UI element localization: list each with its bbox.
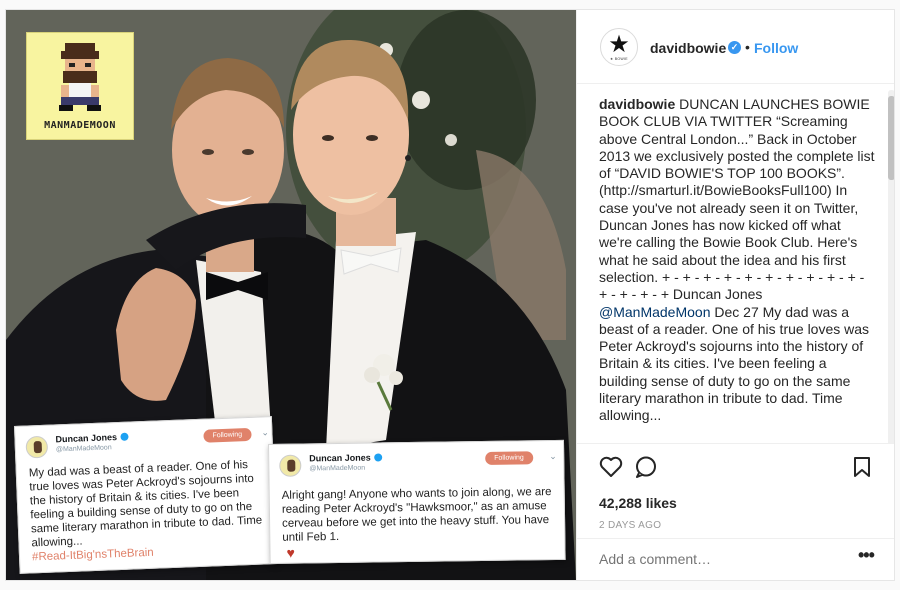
tweet-card-1: Duncan Jones @ManMadeMoon Following ⌄ My… — [14, 416, 278, 574]
chevron-down-icon: ⌄ — [261, 427, 270, 438]
post-frame: MANMADEMOON Duncan Jones @ManMadeMoon Fo… — [5, 9, 895, 581]
tweet-text: My dad was a beast of a reader. One of h… — [28, 459, 263, 564]
more-options-icon[interactable]: ••• — [858, 545, 875, 566]
post-caption: davidbowie DUNCAN LAUNCHES BOWIE BOOK CL… — [599, 96, 875, 440]
tweet-following-badge: Following — [203, 427, 252, 443]
like-heart-icon[interactable] — [599, 456, 623, 483]
tweet-hashtag: #Read-ItBig'nsTheBrain — [31, 546, 154, 564]
tweet-following-badge: Following — [485, 451, 533, 465]
verified-icon — [119, 432, 129, 441]
tweet-avatar — [25, 435, 49, 459]
pixel-avatar-icon — [59, 43, 101, 111]
tweet-handle: @ManMadeMoon — [55, 444, 112, 454]
tweet-author-name: Duncan Jones — [309, 452, 382, 463]
chevron-down-icon: ⌄ — [549, 450, 557, 462]
follow-button[interactable]: Follow — [754, 40, 798, 56]
caption-text: DUNCAN LAUNCHES BOWIE BOOK CLUB VIA TWIT… — [599, 96, 875, 303]
profile-avatar[interactable]: ★ ★ BOWIE — [600, 28, 638, 66]
caption-scrollbar[interactable] — [888, 90, 894, 452]
likes-count[interactable]: 42,288 likes — [599, 495, 677, 511]
verified-badge-icon: ✓ — [728, 41, 741, 54]
tweet-handle: @ManMadeMoon — [309, 464, 366, 473]
tweet-text: Alright gang! Anyone who wants to join a… — [281, 486, 552, 544]
logo-text: MANMADEMOON — [44, 120, 116, 131]
bookmark-icon[interactable] — [852, 456, 872, 483]
separator-dot: • — [745, 39, 750, 55]
post-actions: 42,288 likes 2 DAYS AGO ••• — [577, 443, 894, 576]
post-timestamp[interactable]: 2 DAYS AGO — [599, 520, 661, 531]
star-icon: ★ — [608, 31, 630, 58]
post-photo[interactable]: MANMADEMOON Duncan Jones @ManMadeMoon Fo… — [6, 10, 576, 580]
tweet-card-2: Duncan Jones @ManMadeMoon Following ⌄ Al… — [268, 439, 566, 564]
heart-icon: ♥ — [286, 544, 295, 561]
comment-input[interactable] — [599, 551, 819, 567]
caption-text-continued: Dec 27 My dad was a beast of a reader. O… — [599, 303, 870, 424]
caption-mention-link[interactable]: @ManMadeMoon — [599, 304, 711, 320]
scrollbar-thumb[interactable] — [888, 96, 894, 180]
tweet-avatar — [279, 454, 302, 477]
manmademoon-logo: MANMADEMOON — [26, 32, 134, 140]
tweet-author-name: Duncan Jones — [55, 432, 129, 444]
comment-bubble-icon[interactable] — [634, 456, 658, 483]
profile-username-link[interactable]: davidbowie — [650, 40, 726, 56]
post-header: ★ ★ BOWIE davidbowie ✓ • Follow — [577, 10, 894, 84]
add-comment-bar: ••• — [577, 538, 894, 576]
verified-icon — [373, 453, 382, 462]
avatar-caption: ★ BOWIE — [610, 57, 628, 61]
post-side-panel: ★ ★ BOWIE davidbowie ✓ • Follow davidbow… — [576, 10, 894, 580]
caption-username-link[interactable]: davidbowie — [599, 96, 675, 112]
